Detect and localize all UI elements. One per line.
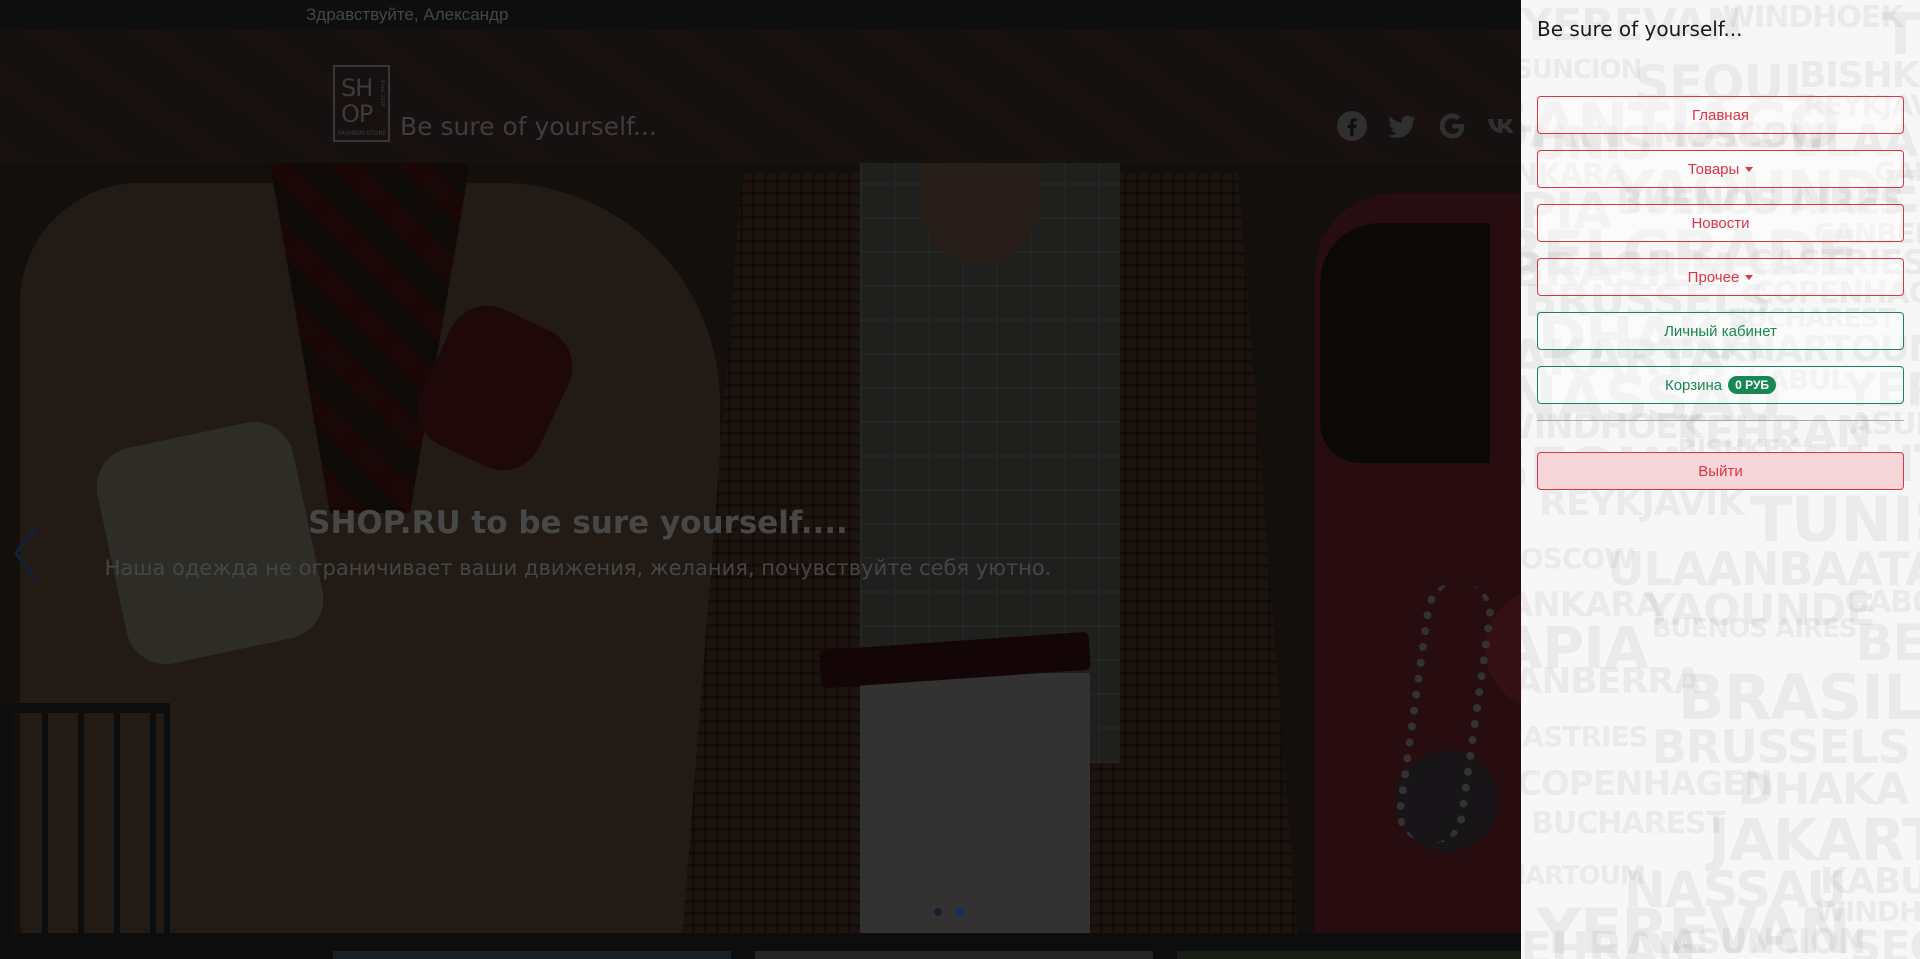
- nav-products-dropdown[interactable]: Товары: [1537, 150, 1904, 188]
- nav-other-dropdown[interactable]: Прочее: [1537, 258, 1904, 296]
- caret-down-icon: [1745, 166, 1754, 172]
- nav-other-label: Прочее: [1687, 268, 1740, 286]
- nav-account-label: Личный кабинет: [1664, 322, 1777, 340]
- offcanvas-menu: YEREVANWINDHOEKTEHRANASUNCIONSEOULBISHKE…: [1521, 0, 1920, 959]
- background-city-word: BUENOS AIRES: [1651, 613, 1858, 644]
- offcanvas-title: Be sure of yourself...: [1537, 17, 1743, 41]
- nav-cart-button[interactable]: Корзина 0 РУБ: [1537, 366, 1904, 404]
- nav-products-label: Товары: [1687, 160, 1740, 178]
- background-city-word: BUCHAREST: [1531, 805, 1726, 841]
- cart-total-badge: 0 РУБ: [1728, 376, 1777, 394]
- nav-home-button[interactable]: Главная: [1537, 96, 1904, 134]
- nav-cart-label: Корзина: [1664, 376, 1723, 394]
- logout-label: Выйти: [1698, 462, 1743, 480]
- background-city-word: CANBERRA: [1521, 661, 1702, 703]
- offcanvas-backdrop[interactable]: [0, 0, 1521, 959]
- logout-button[interactable]: Выйти: [1537, 452, 1904, 490]
- background-city-word: WINDHOEK: [1721, 0, 1904, 35]
- background-city-word: TEHRAN: [1521, 921, 1696, 959]
- background-city-word: CASTRIES: [1521, 720, 1649, 754]
- nav-account-button[interactable]: Личный кабинет: [1537, 312, 1904, 350]
- nav-home-label: Главная: [1691, 106, 1750, 124]
- background-city-word: COPENHAGEN: [1521, 763, 1773, 804]
- background-city-word: SEOUL: [1849, 921, 1920, 959]
- offcanvas-divider: [1537, 420, 1904, 421]
- background-city-word: ASUNCION: [1521, 55, 1642, 86]
- caret-down-icon: [1745, 274, 1754, 280]
- background-city-word: ASUNCION: [1671, 921, 1866, 959]
- nav-news-button[interactable]: Новости: [1537, 204, 1904, 242]
- nav-news-label: Новости: [1691, 214, 1750, 232]
